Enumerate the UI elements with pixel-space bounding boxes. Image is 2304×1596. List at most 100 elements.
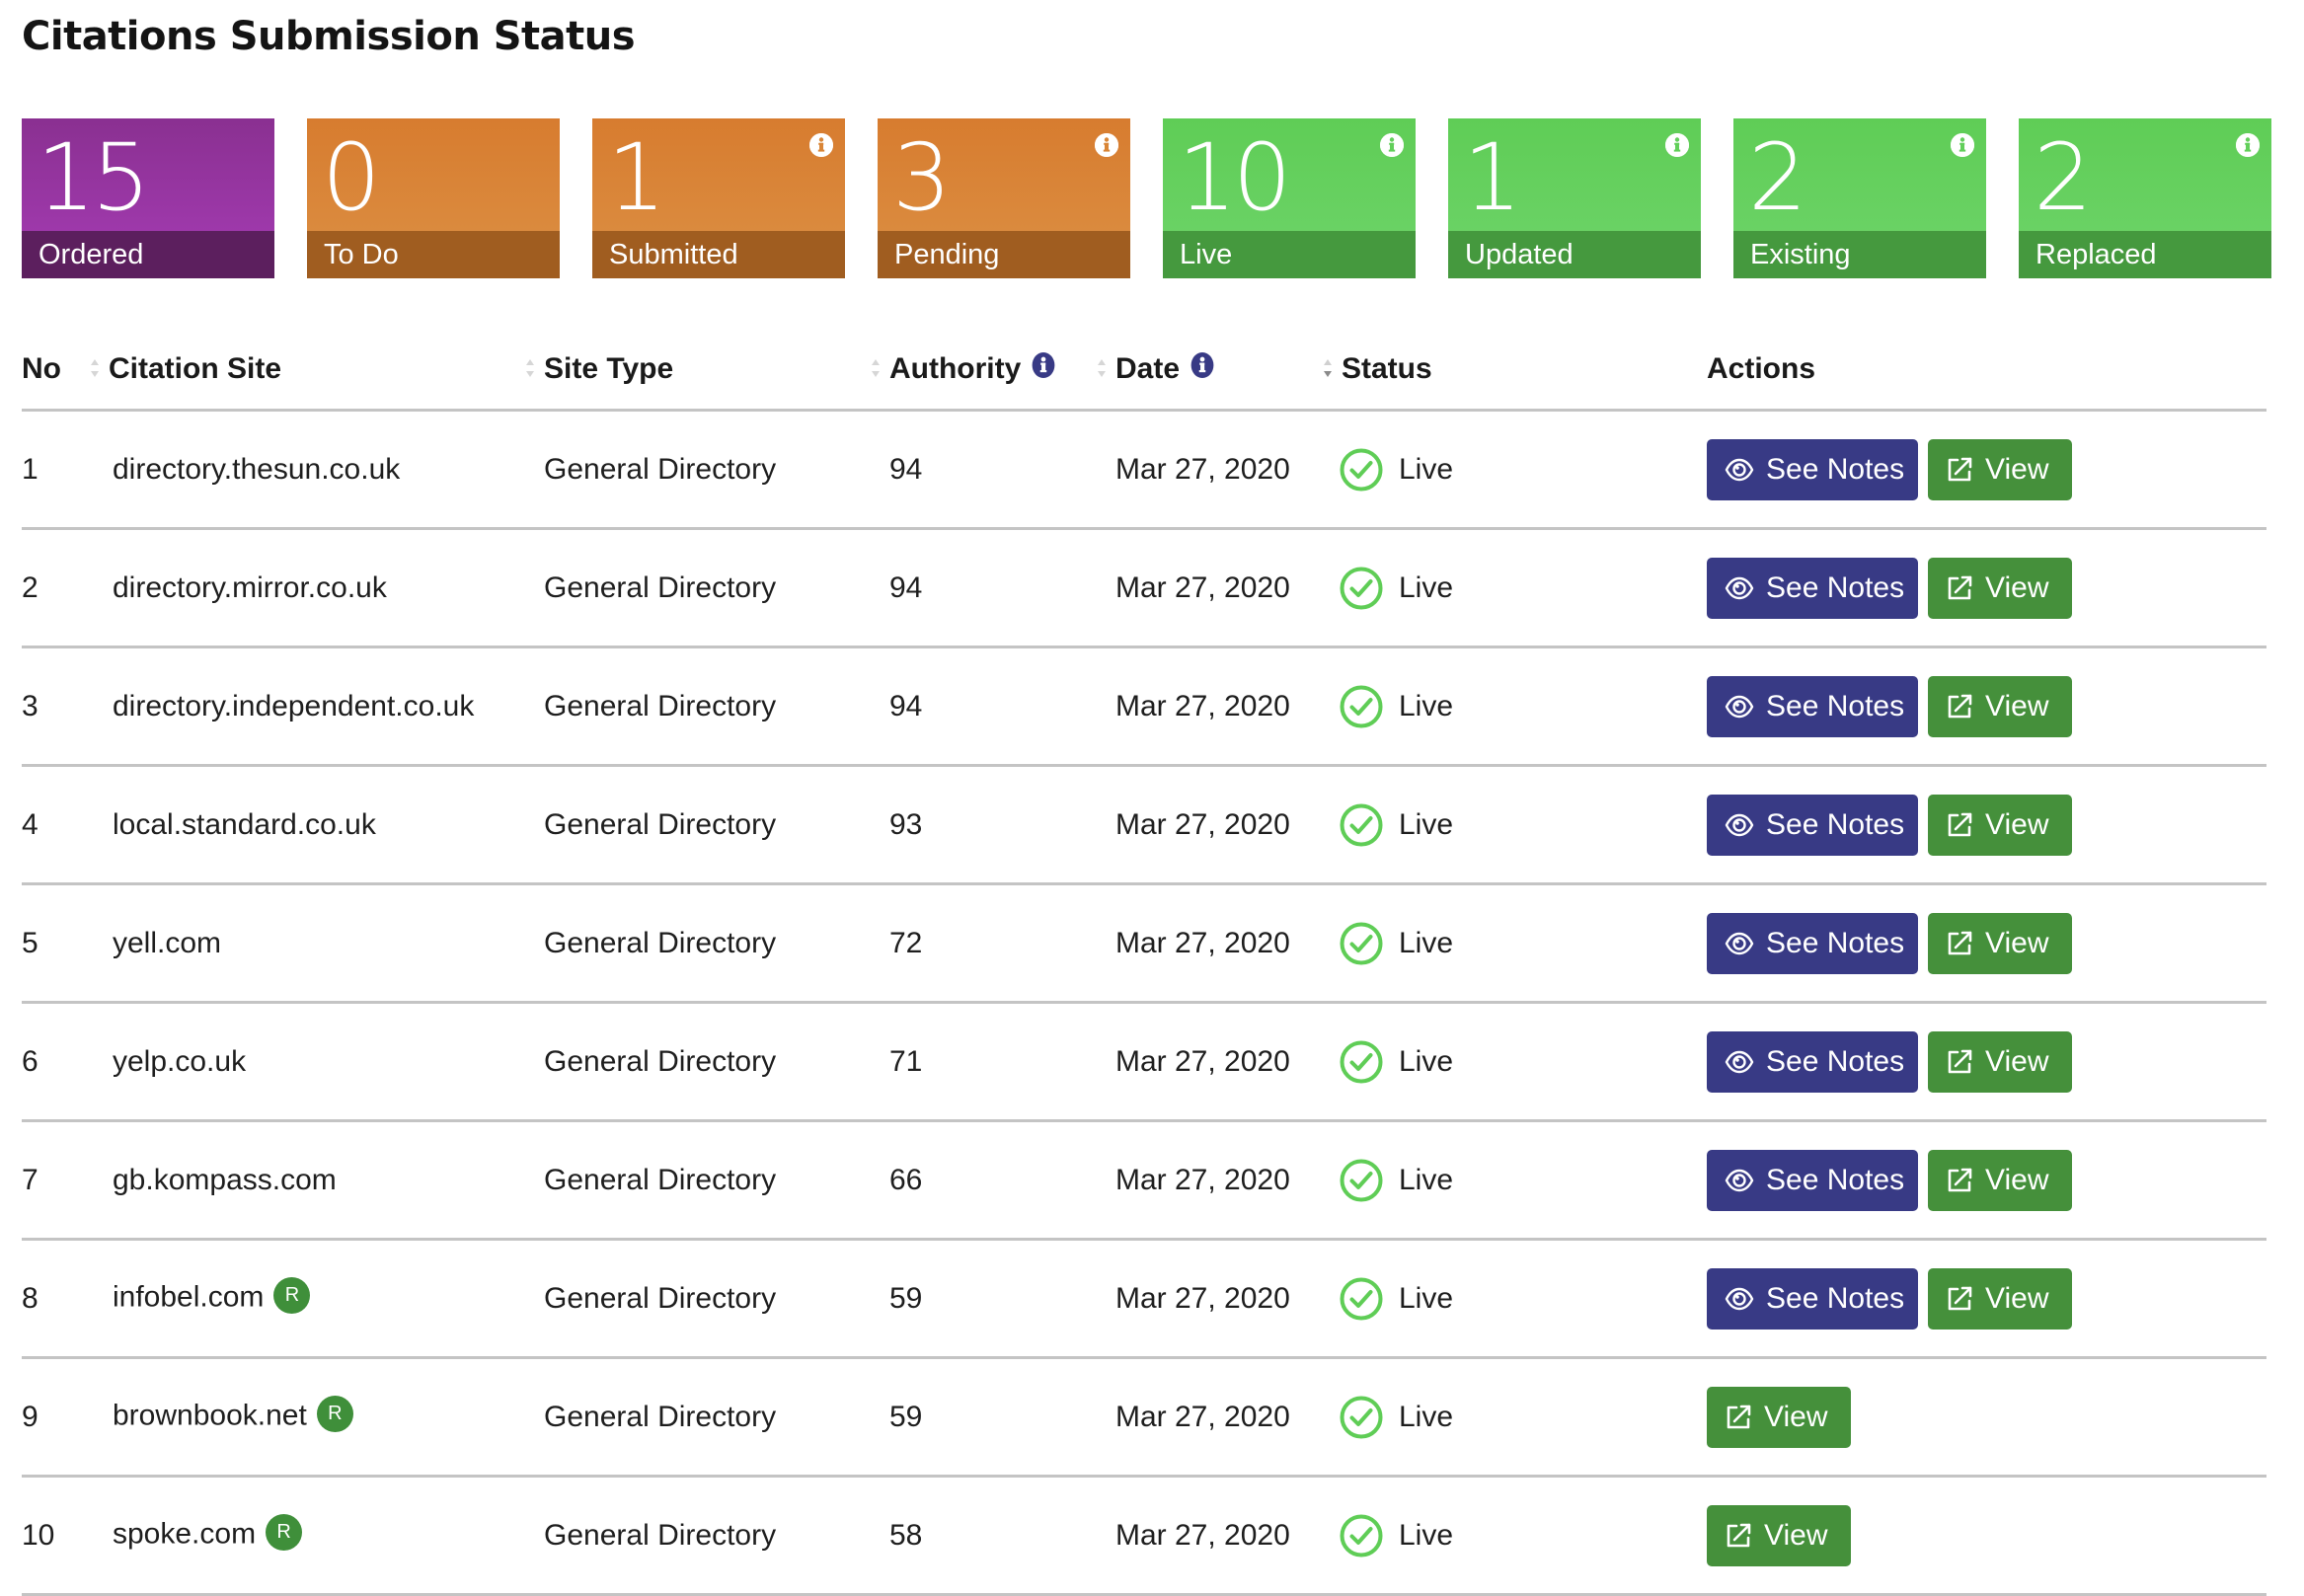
info-icon[interactable]	[2236, 133, 2260, 157]
row-number: 6	[22, 1002, 113, 1122]
citation-site[interactable]: yelp.co.uk	[113, 1045, 246, 1078]
citation-site[interactable]: spoke.com	[113, 1517, 256, 1550]
external-link-icon	[1946, 1285, 1985, 1313]
check-circle-icon	[1340, 1396, 1399, 1439]
view-button[interactable]: View	[1928, 1030, 2072, 1093]
card-count: 1	[1463, 124, 1522, 232]
view-button[interactable]: View	[1707, 1504, 1851, 1566]
card-label: Replaced	[2035, 239, 2157, 270]
citation-site-cell: yelp.co.uk	[113, 1002, 544, 1122]
status-card-to-do[interactable]: 0 To Do	[307, 118, 560, 278]
column-header-type[interactable]: Site Type	[526, 330, 889, 412]
view-label: View	[1985, 926, 2049, 959]
card-label-band: Ordered	[22, 231, 274, 278]
status-card-replaced[interactable]: 2 Replaced	[2019, 118, 2271, 278]
citation-site[interactable]: directory.thesun.co.uk	[113, 453, 400, 486]
info-icon[interactable]	[1031, 352, 1056, 378]
view-label: View	[1985, 1163, 2049, 1196]
sort-icon[interactable]	[1096, 357, 1108, 379]
info-icon[interactable]	[1951, 133, 1974, 157]
external-link-icon	[1725, 1522, 1764, 1550]
sort-icon[interactable]	[524, 357, 536, 379]
sort-desc-icon[interactable]	[1322, 357, 1334, 379]
citation-site[interactable]: brownbook.net	[113, 1399, 307, 1431]
authority-value: 59	[889, 1357, 1115, 1478]
info-icon[interactable]	[1380, 133, 1404, 157]
column-header-status[interactable]: Status	[1324, 330, 1707, 412]
status-card-existing[interactable]: 2 Existing	[1733, 118, 1986, 278]
see-notes-button[interactable]: See Notes	[1707, 1030, 1918, 1093]
external-link-icon	[1725, 1404, 1764, 1431]
see-notes-button[interactable]: See Notes	[1707, 1149, 1918, 1211]
site-type: General Directory	[544, 1357, 889, 1478]
status-label: Live	[1399, 926, 1454, 959]
status-card-updated[interactable]: 1 Updated	[1448, 118, 1701, 278]
status-cell: Live	[1340, 1002, 1707, 1122]
citation-site[interactable]: directory.independent.co.uk	[113, 690, 474, 722]
see-notes-button[interactable]: See Notes	[1707, 438, 1918, 500]
authority-value: 94	[889, 528, 1115, 648]
view-button[interactable]: View	[1928, 1149, 2072, 1211]
citation-site[interactable]: directory.mirror.co.uk	[113, 571, 387, 604]
sort-icon[interactable]	[89, 357, 101, 379]
citation-site[interactable]: infobel.com	[113, 1280, 264, 1313]
citation-site[interactable]: local.standard.co.uk	[113, 808, 376, 841]
table-header-row: No Citation Site Site Type Authority Dat…	[22, 330, 2266, 412]
see-notes-button[interactable]: See Notes	[1707, 675, 1918, 737]
view-button[interactable]: View	[1928, 438, 2072, 500]
sort-icon[interactable]	[870, 357, 882, 379]
view-button[interactable]: View	[1928, 794, 2072, 856]
view-button[interactable]: View	[1928, 912, 2072, 974]
status-card-live[interactable]: 10 Live	[1163, 118, 1416, 278]
view-button[interactable]: View	[1928, 675, 2072, 737]
info-icon[interactable]	[1190, 352, 1215, 378]
card-label: Updated	[1465, 239, 1574, 270]
see-notes-button[interactable]: See Notes	[1707, 1267, 1918, 1330]
external-link-icon	[1946, 574, 1985, 602]
authority-value: 93	[889, 765, 1115, 885]
view-button[interactable]: View	[1928, 557, 2072, 619]
column-header-site[interactable]: Citation Site	[91, 330, 544, 412]
date-value: Mar 27, 2020	[1115, 646, 1342, 767]
status-label: Live	[1399, 1400, 1454, 1433]
column-header-actions: Actions	[1707, 330, 2266, 412]
date-value: Mar 27, 2020	[1115, 1357, 1342, 1478]
replaced-badge: R	[273, 1277, 311, 1314]
info-icon[interactable]	[809, 133, 833, 157]
view-button[interactable]: View	[1707, 1386, 1851, 1448]
info-icon[interactable]	[1095, 133, 1118, 157]
card-count: 1	[607, 124, 666, 232]
citation-site[interactable]: gb.kompass.com	[113, 1164, 337, 1196]
table-row: 4 local.standard.co.uk General Directory 93…	[22, 765, 2266, 885]
status-card-ordered[interactable]: 15 Ordered	[22, 118, 274, 278]
see-notes-button[interactable]: See Notes	[1707, 794, 1918, 856]
column-header-authority[interactable]: Authority	[872, 330, 1115, 412]
see-notes-label: See Notes	[1766, 689, 1905, 722]
eye-icon	[1725, 1050, 1766, 1074]
see-notes-button[interactable]: See Notes	[1707, 912, 1918, 974]
site-type: General Directory	[544, 1239, 889, 1359]
citation-site-cell: spoke.com R	[113, 1476, 544, 1596]
check-circle-icon	[1340, 567, 1399, 610]
card-label-band: To Do	[307, 231, 560, 278]
info-icon[interactable]	[1665, 133, 1689, 157]
status-card-submitted[interactable]: 1 Submitted	[592, 118, 845, 278]
column-header-date[interactable]: Date	[1098, 330, 1342, 412]
status-label: Live	[1399, 1281, 1454, 1315]
see-notes-label: See Notes	[1766, 570, 1905, 604]
status-label: Live	[1399, 1163, 1454, 1196]
actions-cell: See Notes View	[1707, 410, 2266, 530]
site-type: General Directory	[544, 1120, 889, 1241]
site-type: General Directory	[544, 883, 889, 1004]
status-card-pending[interactable]: 3 Pending	[878, 118, 1130, 278]
status-cards: 15 Ordered 0 To Do 1 Submitted 3 Pending 10 Live 1…	[22, 118, 2271, 278]
row-number: 1	[22, 410, 113, 530]
card-label: Live	[1180, 239, 1233, 270]
status-label: Live	[1399, 1044, 1454, 1078]
actions-cell: View	[1707, 1476, 2266, 1596]
check-circle-icon	[1340, 922, 1399, 965]
citation-site[interactable]: yell.com	[113, 927, 221, 959]
eye-icon	[1725, 576, 1766, 600]
view-button[interactable]: View	[1928, 1267, 2072, 1330]
see-notes-button[interactable]: See Notes	[1707, 557, 1918, 619]
